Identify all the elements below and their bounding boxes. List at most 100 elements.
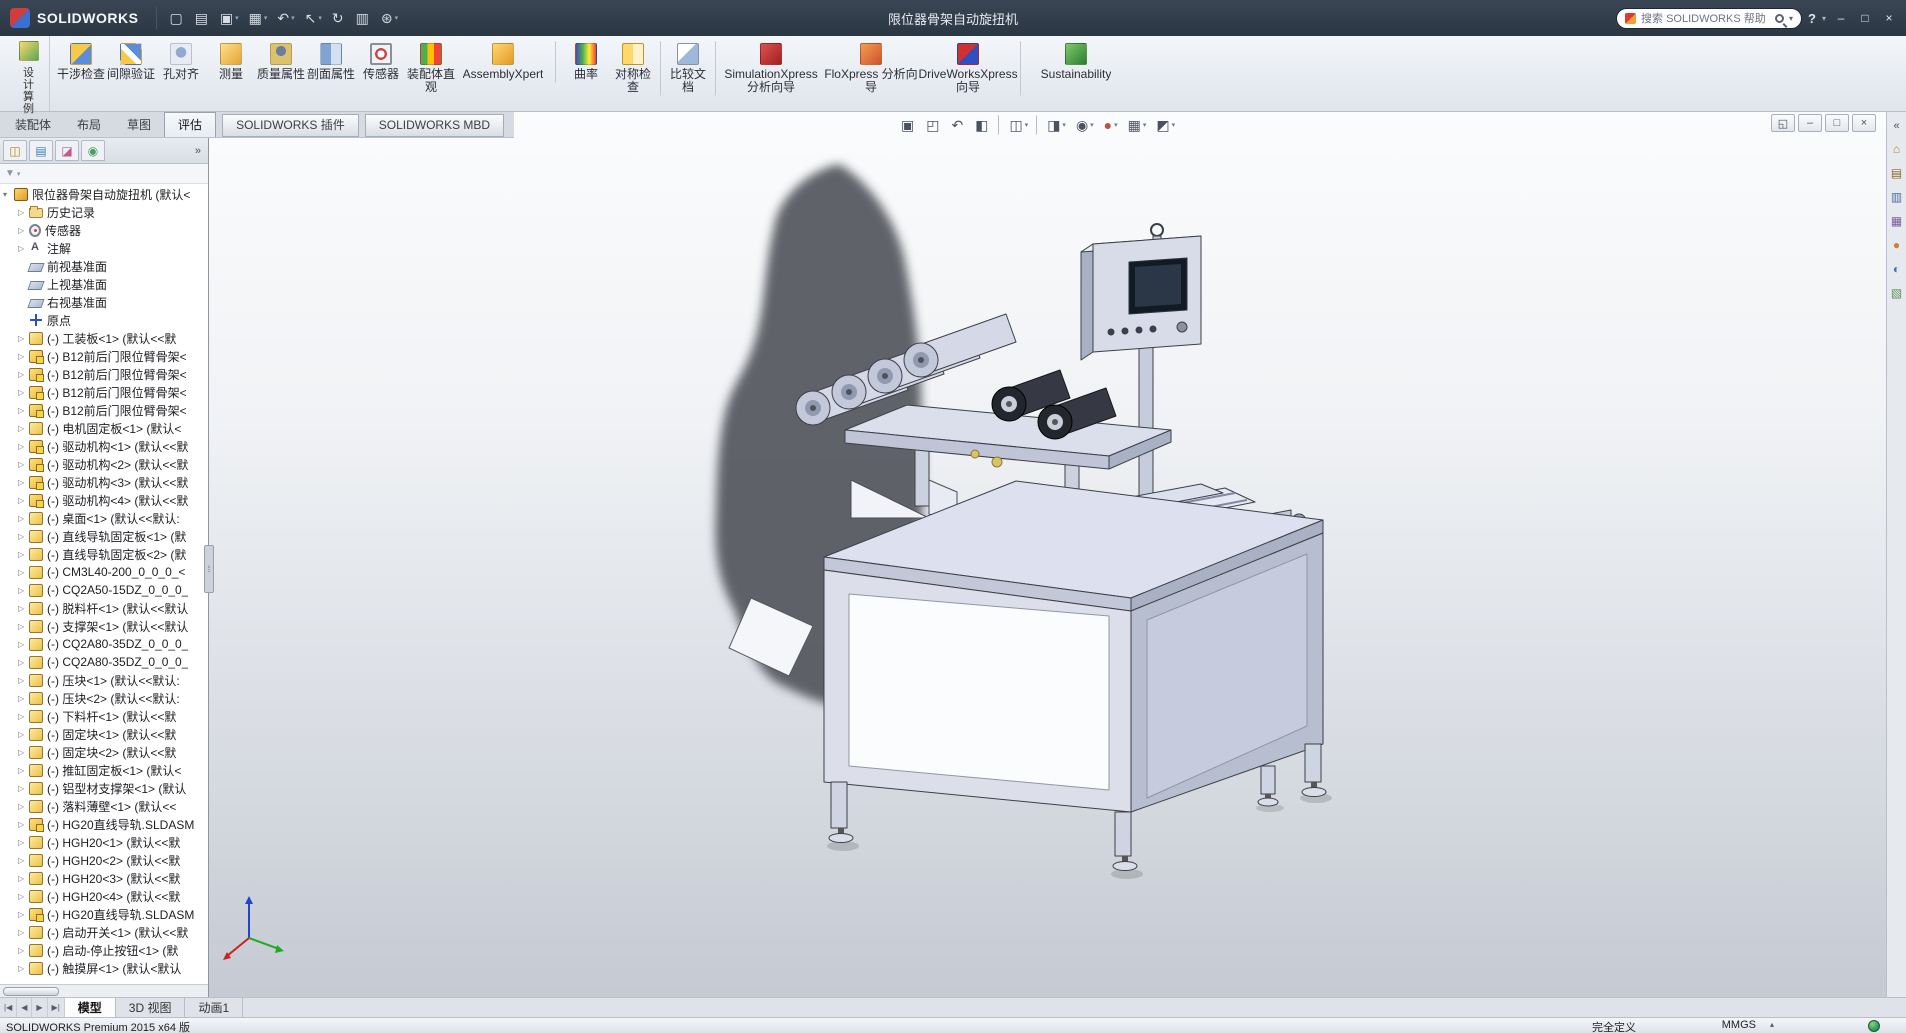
tree-item[interactable]: ▷ (-) HG20直线导轨.SLDASM bbox=[0, 905, 208, 923]
expand-arrow-icon[interactable]: ▷ bbox=[18, 568, 29, 577]
expand-arrow-icon[interactable]: ▷ bbox=[18, 208, 29, 217]
units-selector[interactable]: MMGS bbox=[1722, 1019, 1756, 1031]
view-tool-button[interactable]: ◩ ▾ bbox=[1152, 115, 1179, 135]
quick-tool-button[interactable]: ▦ ▾ bbox=[245, 8, 272, 28]
expand-arrow-icon[interactable]: ▷ bbox=[18, 406, 29, 415]
view-tool-button[interactable]: ▦ ▾ bbox=[1124, 115, 1151, 135]
tree-item[interactable]: 前视基准面 bbox=[0, 257, 208, 275]
tree-item[interactable]: ▷ (-) 启动-停止按钮<1> (默 bbox=[0, 941, 208, 959]
tree-item[interactable]: ▷ (-) 固定块<1> (默认<<默 bbox=[0, 725, 208, 743]
tree-item[interactable]: ▷ (-) B12前后门限位臂骨架< bbox=[0, 347, 208, 365]
tab-nav-button[interactable]: ▶| bbox=[48, 998, 65, 1017]
tree-item[interactable]: 上视基准面 bbox=[0, 275, 208, 293]
expand-arrow-icon[interactable]: ▷ bbox=[18, 676, 29, 685]
tree-item[interactable]: ▷ (-) B12前后门限位臂骨架< bbox=[0, 401, 208, 419]
expand-arrow-icon[interactable]: ▷ bbox=[18, 604, 29, 613]
tree-item[interactable]: ▷ (-) HG20直线导轨.SLDASM bbox=[0, 815, 208, 833]
task-pane-icon[interactable]: ⌂ bbox=[1893, 142, 1900, 156]
tree-item[interactable]: ▷ (-) 电机固定板<1> (默认< bbox=[0, 419, 208, 437]
tree-item[interactable]: ▷ (-) 直线导轨固定板<2> (默 bbox=[0, 545, 208, 563]
expand-arrow-icon[interactable]: ▷ bbox=[18, 244, 29, 253]
panel-tabs-overflow[interactable]: » bbox=[191, 145, 205, 157]
tree-item[interactable]: ▷ 注解 bbox=[0, 239, 208, 257]
panel-splitter-handle[interactable]: ⁞ bbox=[204, 545, 214, 593]
tree-item[interactable]: ▷ (-) 驱动机构<1> (默认<<默 bbox=[0, 437, 208, 455]
design-study-button[interactable]: 设计算例 ▾ bbox=[8, 36, 50, 125]
tree-item[interactable]: ▷ (-) 铝型材支撑架<1> (默认 bbox=[0, 779, 208, 797]
ribbon-button[interactable]: 质量属性 bbox=[256, 41, 306, 83]
ribbon-button[interactable]: 对称检查 bbox=[611, 41, 661, 96]
view-tool-button[interactable]: ◰ bbox=[922, 115, 945, 135]
expand-arrow-icon[interactable]: ▷ bbox=[18, 226, 29, 235]
expand-arrow-icon[interactable]: ▷ bbox=[18, 622, 29, 631]
doc-window-button[interactable]: × bbox=[1852, 114, 1876, 132]
tree-item[interactable]: ▷ 历史记录 bbox=[0, 203, 208, 221]
chevron-down-icon[interactable]: ▾ bbox=[17, 170, 21, 178]
expand-arrow-icon[interactable]: ▷ bbox=[18, 532, 29, 541]
tree-item[interactable]: ▷ (-) 驱动机构<4> (默认<<默 bbox=[0, 491, 208, 509]
expand-arrow-icon[interactable]: ▷ bbox=[18, 784, 29, 793]
task-pane-collapse-icon[interactable]: « bbox=[1893, 120, 1899, 132]
quick-tool-button[interactable]: ↶ ▾ bbox=[273, 8, 298, 28]
expand-arrow-icon[interactable]: ▷ bbox=[18, 910, 29, 919]
filter-icon[interactable]: ▼ bbox=[5, 168, 15, 179]
panel-tab[interactable]: ◉ bbox=[81, 140, 105, 161]
tree-item[interactable]: ▷ (-) 启动开关<1> (默认<<默 bbox=[0, 923, 208, 941]
tree-item[interactable]: 右视基准面 bbox=[0, 293, 208, 311]
expand-arrow-icon[interactable]: ▷ bbox=[18, 514, 29, 523]
view-tool-button[interactable]: ◉ ▾ bbox=[1072, 115, 1098, 135]
tree-item[interactable]: ▷ (-) HGH20<4> (默认<<默 bbox=[0, 887, 208, 905]
tree-item[interactable]: ▷ (-) 落料薄壁<1> (默认<< bbox=[0, 797, 208, 815]
tab-nav-button[interactable]: ◀ bbox=[17, 998, 33, 1017]
help-dropdown-icon[interactable]: ▾ bbox=[1822, 14, 1826, 23]
tree-item[interactable]: ▷ (-) CQ2A50-15DZ_0_0_0_ bbox=[0, 581, 208, 599]
ribbon-button[interactable]: 比较文档 bbox=[666, 41, 716, 96]
ribbon-button[interactable]: 测量 bbox=[206, 41, 256, 83]
expand-arrow-icon[interactable]: ▷ bbox=[18, 478, 29, 487]
view-tool-button[interactable]: ◨ ▾ bbox=[1043, 115, 1070, 135]
quick-tool-button[interactable]: ↻ bbox=[328, 8, 350, 28]
tree-item[interactable]: ▷ (-) CQ2A80-35DZ_0_0_0_ bbox=[0, 653, 208, 671]
ribbon-button[interactable]: DriveWorksXpress 向导 bbox=[918, 41, 1021, 96]
expand-arrow-icon[interactable]: ▷ bbox=[18, 496, 29, 505]
expand-arrow-icon[interactable]: ▷ bbox=[18, 928, 29, 937]
tree-item[interactable]: ▷ (-) HGH20<1> (默认<<默 bbox=[0, 833, 208, 851]
tree-item[interactable]: ▷ (-) HGH20<3> (默认<<默 bbox=[0, 869, 208, 887]
ribbon-button[interactable]: 传感器 bbox=[356, 41, 406, 83]
command-tab[interactable]: 布局 bbox=[64, 114, 114, 137]
ribbon-button[interactable]: Sustainability bbox=[1026, 41, 1126, 83]
ribbon-button[interactable]: AssemblyXpert bbox=[456, 41, 556, 83]
task-pane-icon[interactable]: ◐ bbox=[1893, 262, 1900, 276]
expand-arrow-icon[interactable]: ▷ bbox=[18, 640, 29, 649]
expand-arrow-icon[interactable]: ▷ bbox=[18, 424, 29, 433]
search-dropdown-icon[interactable]: ▾ bbox=[1789, 14, 1793, 23]
doc-window-button[interactable]: □ bbox=[1825, 114, 1849, 132]
doc-window-button[interactable]: ◱ bbox=[1771, 114, 1795, 132]
view-tool-button[interactable]: ↶ bbox=[947, 115, 969, 135]
tree-item[interactable]: ▷ (-) 固定块<2> (默认<<默 bbox=[0, 743, 208, 761]
tree-item[interactable]: ▷ (-) 工装板<1> (默认<<默 bbox=[0, 329, 208, 347]
task-pane-icon[interactable]: ▧ bbox=[1891, 286, 1902, 300]
expand-arrow-icon[interactable]: ▷ bbox=[18, 658, 29, 667]
ribbon-button[interactable]: SimulationXpress 分析向导 bbox=[721, 41, 821, 96]
expand-arrow-icon[interactable]: ▷ bbox=[18, 802, 29, 811]
quick-tool-button[interactable]: ↖ ▾ bbox=[301, 8, 326, 28]
task-pane-icon[interactable]: ● bbox=[1893, 238, 1900, 252]
tree-item[interactable]: ▷ (-) 压块<1> (默认<<默认: bbox=[0, 671, 208, 689]
command-tab[interactable]: 评估 bbox=[164, 112, 217, 137]
view-tool-button[interactable]: ▣ bbox=[897, 115, 920, 135]
ribbon-button[interactable]: 装配体直观 bbox=[406, 41, 456, 96]
view-tool-button[interactable]: ◫ ▾ bbox=[1005, 115, 1038, 135]
expand-arrow-icon[interactable]: ▷ bbox=[18, 352, 29, 361]
tree-item[interactable]: ▷ (-) 驱动机构<2> (默认<<默 bbox=[0, 455, 208, 473]
view-tool-button[interactable]: ◧ bbox=[971, 115, 1000, 135]
expand-arrow-icon[interactable]: ▷ bbox=[18, 946, 29, 955]
document-tab[interactable]: 3D 视图 bbox=[116, 998, 186, 1017]
task-pane-icon[interactable]: ▦ bbox=[1891, 214, 1902, 228]
chevron-up-icon[interactable]: ▴ bbox=[1770, 1020, 1774, 1029]
tab-nav-button[interactable]: ▶ bbox=[32, 998, 48, 1017]
ribbon-button[interactable]: FloXpress 分析向导 bbox=[821, 41, 921, 96]
graphics-area[interactable]: ▣ ◰ ↶ ◧ ◫ ▾ ◨ ▾ ◉ ▾ ● ▾ ▦ ▾ ◩ ▾ ◱ – □ × bbox=[209, 112, 1886, 997]
expand-arrow-icon[interactable]: ▷ bbox=[18, 442, 29, 451]
expand-arrow-icon[interactable]: ▷ bbox=[18, 550, 29, 559]
